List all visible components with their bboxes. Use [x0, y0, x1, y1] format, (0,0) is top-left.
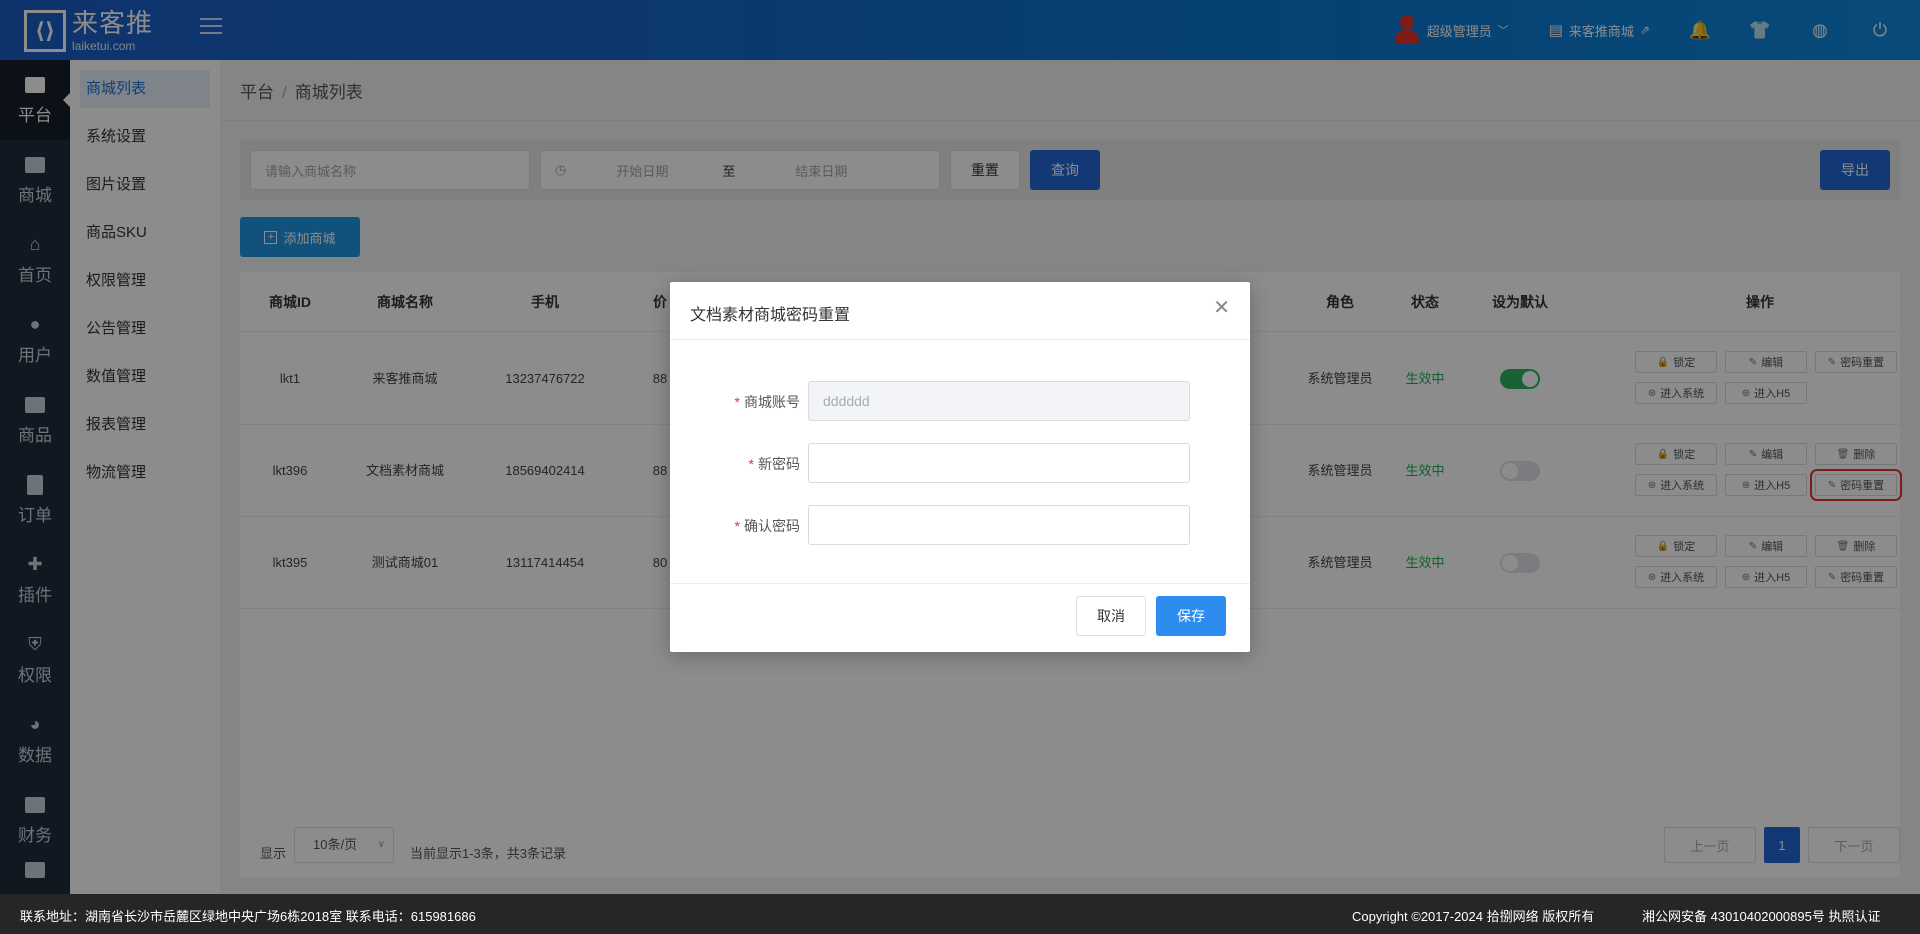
account-label: * 商城账号 — [734, 394, 800, 410]
close-icon[interactable]: ✕ — [1213, 298, 1230, 318]
new-password-input[interactable] — [808, 443, 1190, 483]
footer-icp[interactable]: 湘公网安备 43010402000895号 执照认证 — [1642, 906, 1880, 925]
new-password-label: * 新密码 — [748, 456, 800, 472]
save-button[interactable]: 保存 — [1156, 596, 1226, 636]
confirm-password-input[interactable] — [808, 505, 1190, 545]
footer-address: 联系地址：湖南省长沙市岳麓区绿地中央广场6栋2018室 联系电话：6159816… — [20, 909, 476, 924]
footer-copyright: Copyright ©2017-2024 拾捌网络 版权所有 — [1352, 909, 1595, 924]
account-input[interactable]: dddddd — [808, 381, 1190, 421]
confirm-password-label: * 确认密码 — [734, 518, 800, 534]
cancel-button[interactable]: 取消 — [1076, 596, 1146, 636]
footer: 联系地址：湖南省长沙市岳麓区绿地中央广场6栋2018室 联系电话：6159816… — [0, 894, 1920, 934]
password-reset-dialog: 文档素材商城密码重置 ✕ * 商城账号 dddddd * 新密码 * 确认密码 取消 … — [670, 282, 1250, 652]
dialog-title: 文档素材商城密码重置 — [690, 307, 851, 324]
